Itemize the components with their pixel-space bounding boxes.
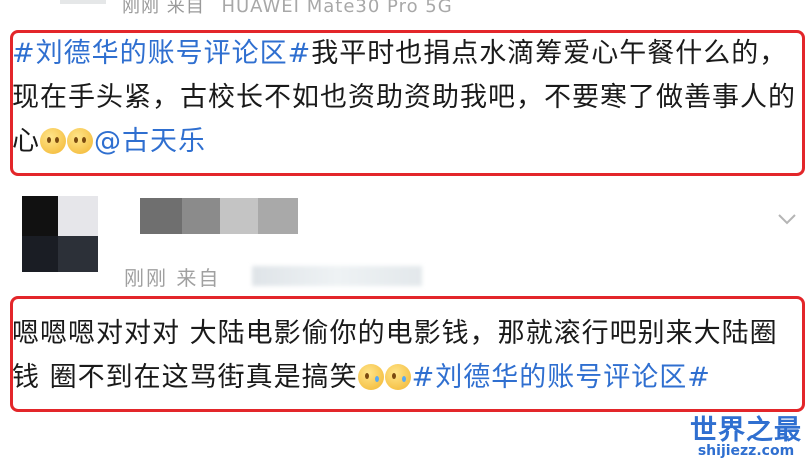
- sad-face-emoji-icon: [40, 128, 66, 154]
- avatar-blurred-part[interactable]: [58, 196, 98, 236]
- comment1-meta: 刚刚 来自 HUAWEI Mate30 Pro 5G: [122, 0, 453, 18]
- chevron-down-icon[interactable]: [776, 208, 798, 230]
- previous-avatar-fragment: [60, 0, 106, 4]
- comment2-text: 嗯嗯嗯对对对 大陆电影偷你的电影钱，那就滚行吧别来大陆圈钱 圈不到在这骂街真是搞…: [12, 312, 802, 400]
- crying-face-emoji-icon: [384, 364, 411, 390]
- watermark-url: shijiezz.com: [697, 443, 795, 459]
- comment2-time: 刚刚: [124, 266, 168, 290]
- comment1-text: #刘德华的账号评论区#我平时也捐点水滴筹爱心午餐什么的，现在手头紧，古校长不如也…: [12, 32, 802, 164]
- username-blurred[interactable]: [140, 198, 182, 234]
- avatar-blurred-part[interactable]: [58, 236, 98, 272]
- username-blurred[interactable]: [258, 198, 298, 234]
- crying-face-emoji-icon: [357, 364, 384, 390]
- comment1-time: 刚刚: [122, 0, 160, 17]
- comment1-hashtag-link[interactable]: #刘德华的账号评论区#: [12, 38, 311, 69]
- device-blurred: [252, 266, 422, 286]
- sad-face-emoji-icon: [67, 128, 93, 154]
- comment2-source: 来自: [176, 266, 221, 290]
- comment2-meta: 刚刚 来自: [124, 262, 220, 291]
- comment1-source: 来自: [166, 0, 205, 17]
- avatar-blurred-part[interactable]: [22, 236, 58, 272]
- watermark-title: 世界之最: [690, 415, 802, 446]
- comment2-hashtag-link[interactable]: #刘德华的账号评论区#: [412, 362, 711, 393]
- watermark: 世界之最 shijiezz.com: [690, 408, 802, 459]
- avatar-blurred-part[interactable]: [22, 196, 58, 236]
- username-blurred[interactable]: [182, 198, 220, 234]
- comment1-device: HUAWEI Mate30 Pro 5G: [221, 0, 453, 17]
- mention-link[interactable]: @古天乐: [94, 126, 206, 157]
- username-blurred[interactable]: [220, 198, 258, 234]
